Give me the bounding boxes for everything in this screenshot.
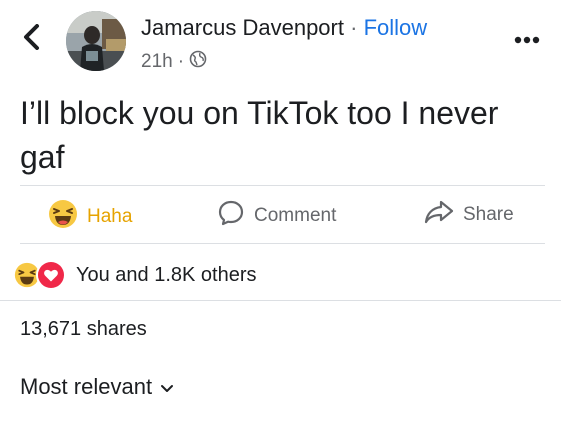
post-text: I’ll block you on TikTok too I never gaf <box>20 95 499 175</box>
avatar[interactable] <box>66 11 126 71</box>
back-button[interactable] <box>14 22 48 56</box>
reaction-summary-text: You and 1.8K others <box>76 263 257 286</box>
timestamp[interactable]: 21h <box>141 51 173 73</box>
haha-label: Haha <box>87 206 133 227</box>
meta-separator: · <box>177 51 185 72</box>
globe-icon <box>189 50 207 74</box>
author-name[interactable]: Jamarcus Davenport <box>141 15 344 40</box>
sort-label: Most relevant <box>20 374 153 399</box>
chevron-down-icon <box>160 374 174 400</box>
share-button[interactable]: Share <box>424 199 514 231</box>
shares-count[interactable]: 13,671 shares <box>20 318 147 341</box>
haha-button[interactable]: Haha <box>48 199 132 235</box>
more-horizontal-icon <box>514 31 540 49</box>
reaction-icons <box>12 260 66 290</box>
share-label: Share <box>463 204 514 225</box>
separator-dot: · <box>350 15 358 40</box>
post-author-line: Jamarcus Davenport · Follow <box>141 15 427 41</box>
haha-emoji-icon <box>48 199 78 235</box>
divider <box>0 300 561 301</box>
post-meta: 21h · <box>141 50 207 74</box>
divider <box>20 185 545 186</box>
reaction-summary[interactable]: You and 1.8K others <box>12 260 257 290</box>
follow-button[interactable]: Follow <box>364 15 428 40</box>
comment-sort-dropdown[interactable]: Most relevant <box>20 374 174 400</box>
comment-label: Comment <box>254 205 337 226</box>
divider <box>20 243 545 244</box>
share-arrow-icon <box>424 199 454 231</box>
more-options-button[interactable] <box>507 28 547 52</box>
love-reaction-icon <box>36 260 66 290</box>
comment-bubble-icon <box>217 199 245 233</box>
chevron-left-icon <box>22 23 40 55</box>
comment-button[interactable]: Comment <box>217 199 336 233</box>
